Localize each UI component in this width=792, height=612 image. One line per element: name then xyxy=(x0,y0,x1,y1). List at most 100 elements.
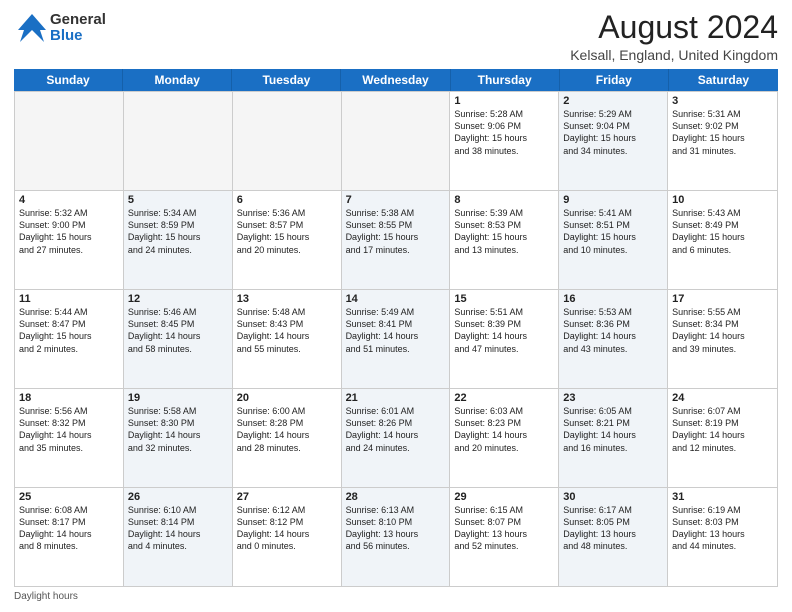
day-number: 23 xyxy=(563,392,663,404)
calendar-row-4: 18Sunrise: 5:56 AMSunset: 8:32 PMDayligh… xyxy=(15,388,777,487)
calendar-cell: 31Sunrise: 6:19 AMSunset: 8:03 PMDayligh… xyxy=(668,488,777,586)
cell-info-line: and 28 minutes. xyxy=(237,442,337,454)
day-number: 7 xyxy=(346,194,446,206)
calendar-row-3: 11Sunrise: 5:44 AMSunset: 8:47 PMDayligh… xyxy=(15,289,777,388)
cell-info-line: Sunrise: 5:58 AM xyxy=(128,405,228,417)
cell-info-line: and 32 minutes. xyxy=(128,442,228,454)
cell-info-line: and 0 minutes. xyxy=(237,540,337,552)
cell-info-line: and 16 minutes. xyxy=(563,442,663,454)
calendar-cell: 5Sunrise: 5:34 AMSunset: 8:59 PMDaylight… xyxy=(124,191,233,289)
day-number: 11 xyxy=(19,293,119,305)
calendar-cell: 20Sunrise: 6:00 AMSunset: 8:28 PMDayligh… xyxy=(233,389,342,487)
cell-info-line: Sunrise: 5:28 AM xyxy=(454,108,554,120)
calendar-cell: 27Sunrise: 6:12 AMSunset: 8:12 PMDayligh… xyxy=(233,488,342,586)
calendar-cell: 29Sunrise: 6:15 AMSunset: 8:07 PMDayligh… xyxy=(450,488,559,586)
cell-info-line: Sunset: 8:17 PM xyxy=(19,516,119,528)
cell-info-line: and 34 minutes. xyxy=(563,145,663,157)
cell-info-line: and 39 minutes. xyxy=(672,343,773,355)
day-number: 12 xyxy=(128,293,228,305)
cell-info-line: Sunset: 8:47 PM xyxy=(19,318,119,330)
logo: General Blue xyxy=(14,10,106,46)
day-number: 25 xyxy=(19,491,119,503)
cell-info-line: Sunrise: 5:46 AM xyxy=(128,306,228,318)
calendar-cell xyxy=(124,92,233,190)
day-header-tuesday: Tuesday xyxy=(232,69,341,91)
day-number: 4 xyxy=(19,194,119,206)
calendar-cell: 16Sunrise: 5:53 AMSunset: 8:36 PMDayligh… xyxy=(559,290,668,388)
cell-info-line: and 38 minutes. xyxy=(454,145,554,157)
calendar-cell: 23Sunrise: 6:05 AMSunset: 8:21 PMDayligh… xyxy=(559,389,668,487)
cell-info-line: and 44 minutes. xyxy=(672,540,773,552)
cell-info-line: Daylight: 13 hours xyxy=(563,528,663,540)
calendar-cell: 13Sunrise: 5:48 AMSunset: 8:43 PMDayligh… xyxy=(233,290,342,388)
cell-info-line: Sunset: 8:34 PM xyxy=(672,318,773,330)
calendar-cell: 3Sunrise: 5:31 AMSunset: 9:02 PMDaylight… xyxy=(668,92,777,190)
cell-info-line: Sunrise: 5:36 AM xyxy=(237,207,337,219)
day-header-thursday: Thursday xyxy=(451,69,560,91)
cell-info-line: Sunrise: 5:41 AM xyxy=(563,207,663,219)
calendar-cell: 1Sunrise: 5:28 AMSunset: 9:06 PMDaylight… xyxy=(450,92,559,190)
day-number: 27 xyxy=(237,491,337,503)
day-number: 8 xyxy=(454,194,554,206)
cell-info-line: Sunrise: 6:13 AM xyxy=(346,504,446,516)
day-header-friday: Friday xyxy=(560,69,669,91)
cell-info-line: Daylight: 15 hours xyxy=(19,330,119,342)
cell-info-line: Sunrise: 5:56 AM xyxy=(19,405,119,417)
cell-info-line: Sunset: 8:32 PM xyxy=(19,417,119,429)
day-number: 2 xyxy=(563,95,663,107)
cell-info-line: Daylight: 15 hours xyxy=(672,132,773,144)
cell-info-line: Sunset: 8:59 PM xyxy=(128,219,228,231)
footer-note: Daylight hours xyxy=(14,591,778,602)
calendar-cell: 7Sunrise: 5:38 AMSunset: 8:55 PMDaylight… xyxy=(342,191,451,289)
cell-info-line: Sunset: 8:41 PM xyxy=(346,318,446,330)
cell-info-line: Sunset: 8:55 PM xyxy=(346,219,446,231)
cell-info-line: Sunrise: 5:44 AM xyxy=(19,306,119,318)
cell-info-line: Sunset: 8:12 PM xyxy=(237,516,337,528)
cell-info-line: Sunrise: 5:32 AM xyxy=(19,207,119,219)
cell-info-line: and 35 minutes. xyxy=(19,442,119,454)
cell-info-line: and 43 minutes. xyxy=(563,343,663,355)
cell-info-line: and 20 minutes. xyxy=(237,244,337,256)
calendar-cell xyxy=(233,92,342,190)
cell-info-line: Daylight: 14 hours xyxy=(454,429,554,441)
cell-info-line: Sunset: 8:19 PM xyxy=(672,417,773,429)
cell-info-line: and 58 minutes. xyxy=(128,343,228,355)
cell-info-line: and 31 minutes. xyxy=(672,145,773,157)
calendar-cell: 19Sunrise: 5:58 AMSunset: 8:30 PMDayligh… xyxy=(124,389,233,487)
day-number: 31 xyxy=(672,491,773,503)
cell-info-line: Daylight: 14 hours xyxy=(19,528,119,540)
day-number: 30 xyxy=(563,491,663,503)
day-number: 1 xyxy=(454,95,554,107)
cell-info-line: and 27 minutes. xyxy=(19,244,119,256)
cell-info-line: Daylight: 15 hours xyxy=(672,231,773,243)
cell-info-line: and 8 minutes. xyxy=(19,540,119,552)
cell-info-line: Sunrise: 6:01 AM xyxy=(346,405,446,417)
calendar-cell: 11Sunrise: 5:44 AMSunset: 8:47 PMDayligh… xyxy=(15,290,124,388)
cell-info-line: and 13 minutes. xyxy=(454,244,554,256)
cell-info-line: and 56 minutes. xyxy=(346,540,446,552)
title-block: August 2024 Kelsall, England, United Kin… xyxy=(570,10,778,63)
cell-info-line: Sunset: 8:43 PM xyxy=(237,318,337,330)
cell-info-line: Daylight: 15 hours xyxy=(563,132,663,144)
cell-info-line: Sunrise: 5:49 AM xyxy=(346,306,446,318)
page-header: General Blue August 2024 Kelsall, Englan… xyxy=(14,10,778,63)
cell-info-line: Sunset: 8:53 PM xyxy=(454,219,554,231)
cell-info-line: Sunrise: 6:12 AM xyxy=(237,504,337,516)
cell-info-line: Sunrise: 5:34 AM xyxy=(128,207,228,219)
cell-info-line: and 17 minutes. xyxy=(346,244,446,256)
calendar-cell: 24Sunrise: 6:07 AMSunset: 8:19 PMDayligh… xyxy=(668,389,777,487)
cell-info-line: Sunrise: 5:48 AM xyxy=(237,306,337,318)
day-number: 26 xyxy=(128,491,228,503)
logo-general-text: General xyxy=(50,12,106,29)
cell-info-line: Sunset: 8:51 PM xyxy=(563,219,663,231)
cell-info-line: Sunset: 9:00 PM xyxy=(19,219,119,231)
day-number: 15 xyxy=(454,293,554,305)
calendar-cell: 25Sunrise: 6:08 AMSunset: 8:17 PMDayligh… xyxy=(15,488,124,586)
cell-info-line: Sunrise: 6:15 AM xyxy=(454,504,554,516)
day-number: 17 xyxy=(672,293,773,305)
cell-info-line: and 51 minutes. xyxy=(346,343,446,355)
day-header-monday: Monday xyxy=(123,69,232,91)
cell-info-line: Sunset: 8:36 PM xyxy=(563,318,663,330)
day-number: 5 xyxy=(128,194,228,206)
calendar-cell: 14Sunrise: 5:49 AMSunset: 8:41 PMDayligh… xyxy=(342,290,451,388)
